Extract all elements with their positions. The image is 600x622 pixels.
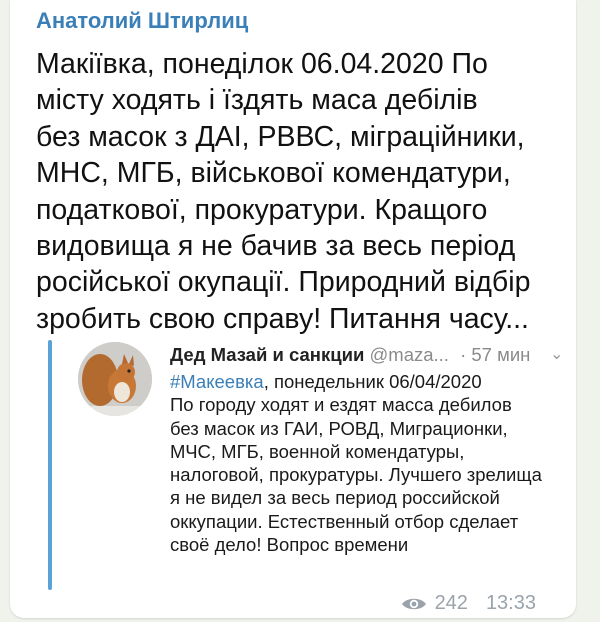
sender-name[interactable]: Анатолий Штирлиц xyxy=(36,8,248,34)
chevron-down-icon[interactable]: ⌄ xyxy=(550,344,563,364)
quoted-tweet-time: · 57 мин xyxy=(460,344,531,365)
message-line: без масок з ДАІ, РВВС, міграційники, xyxy=(36,120,525,153)
message-line: Макіївка, понеділок 06.04.2020 По xyxy=(36,48,488,80)
quoted-line: без масок из ГАИ, РОВД, Миграционки, xyxy=(170,417,508,439)
eye-icon xyxy=(401,598,426,609)
views-count: 242 xyxy=(434,592,468,614)
quoted-author-handle[interactable]: @maza... xyxy=(370,344,449,365)
quoted-line: своё дело! Вопрос времени xyxy=(170,534,409,556)
quote-bar xyxy=(48,340,52,590)
quoted-line: МЧС, МГБ, военной комендатуры, xyxy=(170,440,465,462)
message-time: 13:33 xyxy=(485,592,536,614)
squirrel-avatar-icon xyxy=(78,342,152,416)
hashtag-link[interactable]: #Макеевка xyxy=(170,371,264,392)
message-line: податкової, прокуратури. Кращого xyxy=(36,193,488,226)
quoted-author-name[interactable]: Дед Мазай и санкции xyxy=(170,344,364,365)
quoted-tweet-header: Дед Мазай и санкции @maza... · 57 мин ⌄ xyxy=(170,344,570,366)
message-line: місту ходять і їздять маса дебілів xyxy=(36,84,478,117)
quoted-tweet-text: #Макеевка, понедельник 06/04/2020 По гор… xyxy=(170,370,580,556)
quoted-line: я не видел за весь период российской xyxy=(170,487,500,509)
message-line: зробить свою справу! Питання часу... xyxy=(36,302,529,335)
quoted-line: налоговой, прокуратуры. Лучшего зрелища xyxy=(170,464,542,486)
quoted-line: оккупации. Естественный отбор сделает xyxy=(170,510,519,532)
quoted-line: #Макеевка, понедельник 06/04/2020 xyxy=(170,370,580,393)
message-line: російської окупації. Природний відбір xyxy=(36,266,531,299)
message-line: МНС, МГБ, військової комендатури, xyxy=(36,157,511,190)
message-bubble: Анатолий Штирлиц Макіївка, понеділок 06.… xyxy=(10,0,576,618)
quoted-line: По городу ходят и ездят масса дебилов xyxy=(170,394,512,416)
avatar[interactable] xyxy=(78,342,152,416)
message-line: видовища я не бачив за весь період xyxy=(36,230,516,263)
quoted-line-rest: , понедельник 06/04/2020 xyxy=(263,371,482,392)
message-meta: 242 13:33 xyxy=(401,592,536,615)
message-text: Макіївка, понеділок 06.04.2020 По місту … xyxy=(36,46,576,337)
